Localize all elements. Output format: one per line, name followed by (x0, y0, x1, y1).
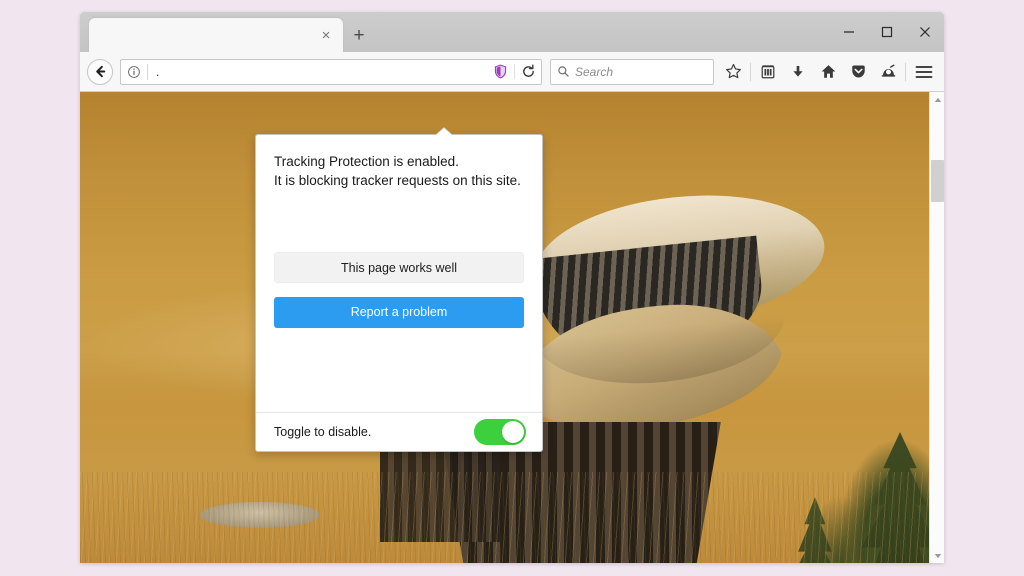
panel-message-line-1: Tracking Protection is enabled. (274, 154, 459, 169)
toggle-knob (502, 421, 524, 443)
page-content: Tracking Protection is enabled. It is bl… (80, 92, 944, 563)
search-icon (551, 65, 575, 78)
panel-message-line-2: It is blocking tracker requests on this … (274, 173, 521, 188)
new-tab-button[interactable]: + (348, 24, 370, 46)
tab-close-icon[interactable]: × (317, 26, 335, 44)
menu-button[interactable] (908, 57, 940, 87)
tracking-protection-shield-icon[interactable] (487, 64, 514, 79)
grass-texture (80, 472, 944, 563)
panel-footer: Toggle to disable. (256, 412, 542, 451)
download-icon[interactable] (783, 57, 813, 87)
panel-body: Tracking Protection is enabled. It is bl… (256, 135, 542, 412)
maximize-button[interactable] (868, 12, 906, 52)
page-works-well-button[interactable]: This page works well (274, 252, 524, 283)
scroll-up-arrow-icon[interactable] (930, 92, 944, 107)
browser-window: × + . Search Tracking Protection is enab… (80, 12, 944, 563)
minimize-button[interactable] (830, 12, 868, 52)
scroll-down-arrow-icon[interactable] (930, 548, 944, 563)
home-icon[interactable] (813, 57, 843, 87)
window-controls (830, 12, 944, 52)
url-bar[interactable]: . (120, 58, 542, 85)
tracking-protection-toggle[interactable] (474, 419, 526, 445)
browser-tab[interactable]: × (89, 18, 343, 52)
reload-button[interactable] (514, 64, 541, 79)
tracking-protection-panel: Tracking Protection is enabled. It is bl… (255, 134, 543, 452)
navigation-toolbar: . Search (80, 52, 944, 92)
toolbar-buttons (718, 57, 944, 87)
panel-actions: This page works well Report a problem (274, 252, 524, 328)
close-button[interactable] (906, 12, 944, 52)
sync-icon[interactable] (873, 57, 903, 87)
back-arrow-icon (95, 65, 105, 78)
report-problem-button[interactable]: Report a problem (274, 297, 524, 328)
url-input[interactable]: . (148, 65, 487, 79)
library-icon[interactable] (753, 57, 783, 87)
back-button[interactable] (87, 58, 113, 85)
bookmark-star-icon[interactable] (718, 57, 748, 87)
tab-strip: × + (80, 12, 944, 52)
search-input[interactable]: Search (575, 65, 613, 79)
pocket-icon[interactable] (843, 57, 873, 87)
scroll-thumb[interactable] (931, 160, 944, 202)
panel-pointer-arrow (435, 128, 453, 136)
toggle-label: Toggle to disable. (274, 425, 372, 439)
toolbar-divider-2 (905, 62, 906, 81)
search-bar[interactable]: Search (550, 58, 714, 85)
info-icon[interactable] (121, 65, 147, 79)
toolbar-divider (750, 62, 751, 81)
page-scrollbar[interactable] (929, 92, 944, 563)
